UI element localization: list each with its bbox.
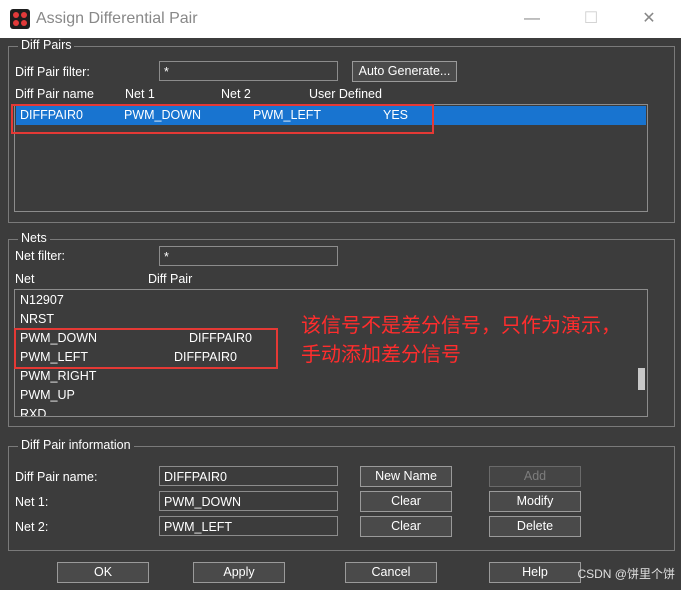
cancel-button[interactable]: Cancel xyxy=(345,562,437,583)
window-title: Assign Differential Pair xyxy=(36,10,198,27)
diff-pair-name-label: Diff Pair name: xyxy=(15,470,98,484)
column-net1: Net 1 xyxy=(125,87,155,101)
auto-generate-button[interactable]: Auto Generate... xyxy=(352,61,457,82)
app-icon xyxy=(10,9,30,29)
net2-label: Net 2: xyxy=(15,520,49,534)
annotation-line-2: 手动添加差分信号 xyxy=(301,342,461,366)
clear-net2-button[interactable]: Clear xyxy=(360,516,452,537)
highlight-box xyxy=(14,328,278,369)
net-row[interactable]: PWM_RIGHT xyxy=(16,367,646,386)
help-button[interactable]: Help xyxy=(489,562,581,583)
minimize-icon[interactable]: — xyxy=(517,8,547,30)
annotation-line-1: 该信号不是差分信号，只作为演示， xyxy=(301,313,621,337)
column-user-defined: User Defined xyxy=(309,87,382,101)
net-row[interactable]: RXD xyxy=(16,405,646,417)
diff-pairs-group-title: Diff Pairs xyxy=(18,38,75,52)
diff-pair-info-group-title: Diff Pair information xyxy=(18,438,134,452)
net-row[interactable]: PWM_UP xyxy=(16,386,646,405)
net-name-cell: PWM_UP xyxy=(20,388,75,402)
delete-button[interactable]: Delete xyxy=(489,516,581,537)
maximize-icon[interactable]: ☐ xyxy=(576,8,606,30)
apply-button[interactable]: Apply xyxy=(193,562,285,583)
diff-pair-filter-input[interactable]: * xyxy=(159,61,338,81)
modify-button[interactable]: Modify xyxy=(489,491,581,512)
highlight-box xyxy=(11,104,434,134)
net-name-cell: N12907 xyxy=(20,293,64,307)
new-name-button[interactable]: New Name xyxy=(360,466,452,487)
net2-field[interactable]: PWM_LEFT xyxy=(159,516,338,536)
net-name-cell: NRST xyxy=(20,312,55,326)
column-diff-pair-name: Diff Pair name xyxy=(15,87,94,101)
net-filter-input[interactable]: * xyxy=(159,246,338,266)
nets-group-title: Nets xyxy=(18,231,50,245)
add-button[interactable]: Add xyxy=(489,466,581,487)
column-net2: Net 2 xyxy=(221,87,251,101)
net1-label: Net 1: xyxy=(15,495,49,509)
net1-field[interactable]: PWM_DOWN xyxy=(159,491,338,511)
watermark: CSDN @饼里个饼 xyxy=(577,567,675,581)
net-name-cell: PWM_RIGHT xyxy=(20,369,97,383)
net-row[interactable]: N12907 xyxy=(16,291,646,310)
net-filter-label: Net filter: xyxy=(15,249,66,263)
close-icon[interactable]: ✕ xyxy=(634,8,664,30)
nets-scrollbar-thumb[interactable] xyxy=(638,368,645,390)
diff-pair-name-field[interactable]: DIFFPAIR0 xyxy=(159,466,338,486)
ok-button[interactable]: OK xyxy=(57,562,149,583)
column-diff-pair: Diff Pair xyxy=(148,272,193,286)
net-name-cell: RXD xyxy=(20,407,47,417)
title-bar: Assign Differential Pair — ☐ ✕ xyxy=(0,0,681,38)
clear-net1-button[interactable]: Clear xyxy=(360,491,452,512)
column-net: Net xyxy=(15,272,35,286)
diff-pair-filter-label: Diff Pair filter: xyxy=(15,65,90,79)
